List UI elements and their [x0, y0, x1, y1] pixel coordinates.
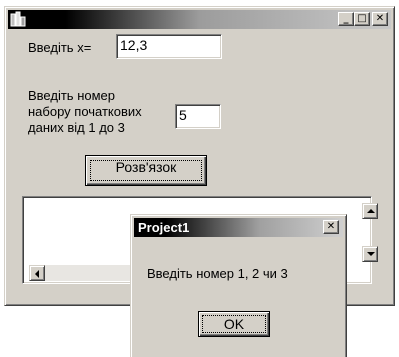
scroll-up-button[interactable] [362, 203, 378, 219]
set-number-input[interactable]: 5 [175, 104, 221, 129]
solve-button[interactable]: Розв'язок [85, 155, 207, 186]
arrow-left-icon [35, 270, 39, 278]
message-dialog: Project1 ✕ Введіть номер 1, 2 чи 3 OK [130, 214, 347, 357]
set-number-label: Введіть номер набору початкових даних ві… [28, 88, 142, 135]
scroll-down-button[interactable] [362, 246, 378, 262]
maximize-button[interactable]: □ [354, 12, 370, 26]
x-input[interactable]: 12,3 [116, 34, 222, 59]
dialog-titlebar[interactable]: Project1 ✕ [134, 218, 343, 237]
x-label: Введіть х= [28, 40, 92, 55]
close-button[interactable]: ✕ [372, 12, 388, 26]
solve-button-label: Розв'язок [115, 159, 177, 175]
dialog-close-button[interactable]: ✕ [323, 220, 339, 234]
ok-button[interactable]: OK [198, 311, 270, 337]
minimize-button[interactable]: _ [338, 12, 354, 26]
arrow-down-icon [367, 252, 375, 256]
ok-button-label: OK [223, 316, 245, 332]
scroll-left-button[interactable] [29, 265, 45, 281]
app-icon[interactable] [10, 11, 26, 27]
dialog-message: Введіть номер 1, 2 чи 3 [147, 266, 288, 281]
dialog-title: Project1 [138, 220, 190, 235]
arrow-up-icon [367, 209, 375, 213]
main-titlebar[interactable]: _ □ ✕ [8, 10, 391, 29]
